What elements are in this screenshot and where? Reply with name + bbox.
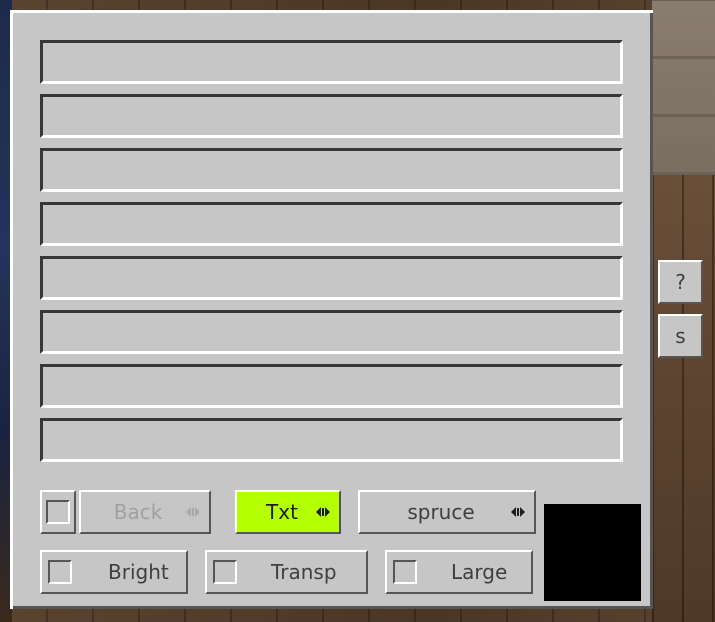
back-button[interactable]: Back <box>79 490 211 534</box>
wood-type-button[interactable]: spruce <box>358 490 536 534</box>
background-stone-brick <box>652 0 715 175</box>
large-toggle[interactable]: Large <box>385 550 533 594</box>
back-button-label: Back <box>113 500 163 524</box>
background-wood-planks <box>652 175 715 622</box>
text-mode-button[interactable]: Txt <box>235 490 341 534</box>
back-checkbox-button[interactable] <box>40 490 76 534</box>
sign-editor-panel: Back Txt spruce Bright Transp Large <box>10 10 653 609</box>
sign-line-8[interactable] <box>40 418 623 462</box>
sign-line-6[interactable] <box>40 310 623 354</box>
cycle-arrows-icon <box>511 507 525 517</box>
sign-line-3[interactable] <box>40 148 623 192</box>
checkbox-icon <box>46 500 70 524</box>
sign-line-5[interactable] <box>40 256 623 300</box>
transp-label: Transp <box>271 560 337 584</box>
help-label: ? <box>675 270 686 294</box>
wood-type-label: spruce <box>407 500 475 524</box>
sign-line-1[interactable] <box>40 40 623 84</box>
s-label: s <box>675 324 686 348</box>
bright-label: Bright <box>108 560 169 584</box>
checkbox-icon <box>48 560 72 584</box>
cycle-arrows-icon <box>316 507 330 517</box>
sign-line-7[interactable] <box>40 364 623 408</box>
transp-toggle[interactable]: Transp <box>205 550 368 594</box>
large-label: Large <box>451 560 508 584</box>
checkbox-icon <box>213 560 237 584</box>
cycle-arrows-icon <box>186 507 200 517</box>
s-button[interactable]: s <box>658 314 703 358</box>
bright-toggle[interactable]: Bright <box>40 550 188 594</box>
help-button[interactable]: ? <box>658 260 703 304</box>
sign-line-4[interactable] <box>40 202 623 246</box>
checkbox-icon <box>393 560 417 584</box>
sign-line-2[interactable] <box>40 94 623 138</box>
text-mode-label: Txt <box>266 500 298 524</box>
color-swatch[interactable] <box>544 504 641 601</box>
